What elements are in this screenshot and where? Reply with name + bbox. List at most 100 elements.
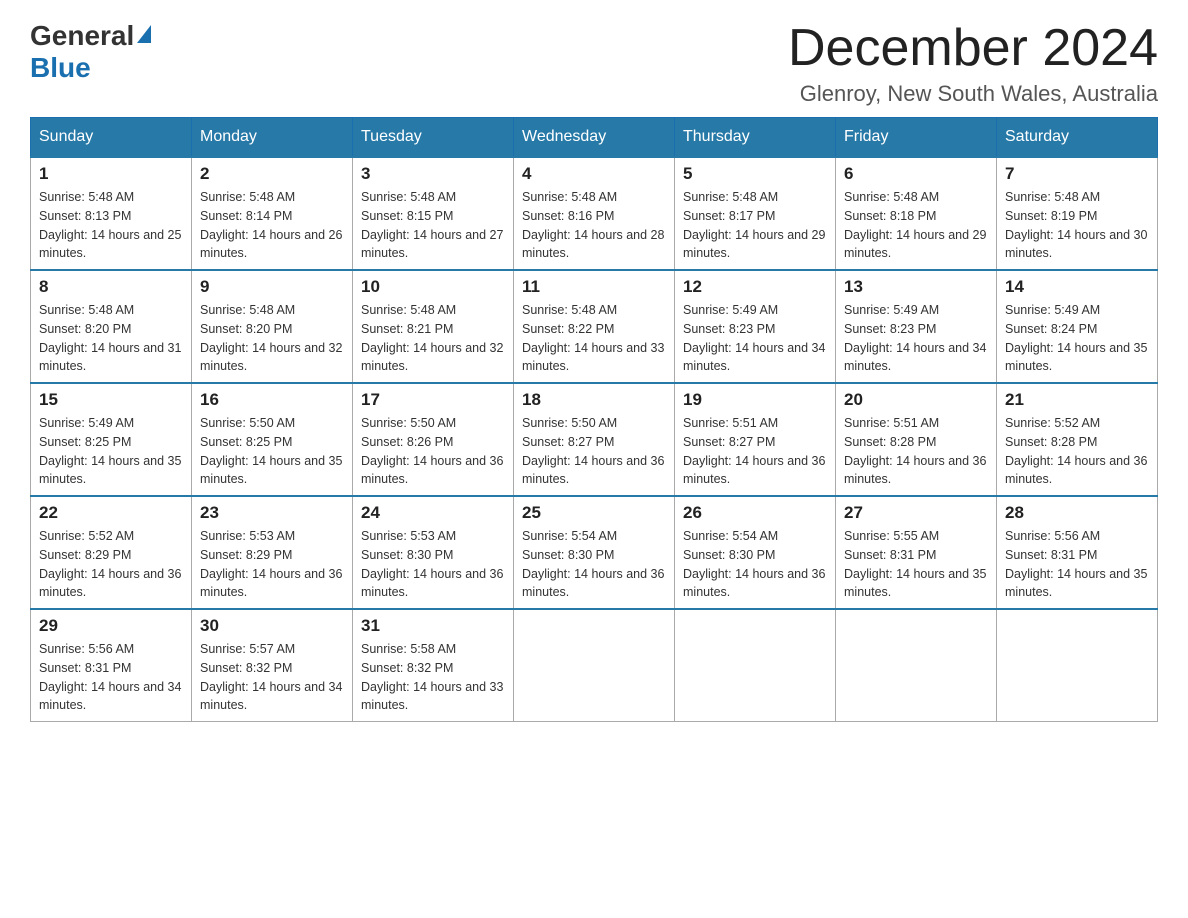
day-info: Sunrise: 5:49 AM Sunset: 8:25 PM Dayligh… — [39, 414, 183, 489]
daylight-label: Daylight: 14 hours and 34 minutes. — [200, 680, 342, 713]
calendar-cell: 16 Sunrise: 5:50 AM Sunset: 8:25 PM Dayl… — [192, 383, 353, 496]
calendar-cell: 7 Sunrise: 5:48 AM Sunset: 8:19 PM Dayli… — [997, 157, 1158, 270]
logo[interactable]: General Blue — [30, 20, 151, 84]
calendar-cell: 31 Sunrise: 5:58 AM Sunset: 8:32 PM Dayl… — [353, 609, 514, 722]
day-number: 3 — [361, 164, 505, 184]
day-info: Sunrise: 5:56 AM Sunset: 8:31 PM Dayligh… — [39, 640, 183, 715]
calendar-cell: 10 Sunrise: 5:48 AM Sunset: 8:21 PM Dayl… — [353, 270, 514, 383]
calendar-cell: 6 Sunrise: 5:48 AM Sunset: 8:18 PM Dayli… — [836, 157, 997, 270]
day-number: 5 — [683, 164, 827, 184]
day-number: 13 — [844, 277, 988, 297]
sunset-label: Sunset: 8:30 PM — [683, 548, 775, 562]
sunrise-label: Sunrise: 5:49 AM — [39, 416, 134, 430]
calendar-cell: 20 Sunrise: 5:51 AM Sunset: 8:28 PM Dayl… — [836, 383, 997, 496]
sunset-label: Sunset: 8:29 PM — [39, 548, 131, 562]
calendar-cell: 12 Sunrise: 5:49 AM Sunset: 8:23 PM Dayl… — [675, 270, 836, 383]
day-number: 29 — [39, 616, 183, 636]
sunrise-label: Sunrise: 5:48 AM — [522, 190, 617, 204]
day-number: 17 — [361, 390, 505, 410]
daylight-label: Daylight: 14 hours and 27 minutes. — [361, 228, 503, 261]
daylight-label: Daylight: 14 hours and 29 minutes. — [844, 228, 986, 261]
day-number: 6 — [844, 164, 988, 184]
day-info: Sunrise: 5:52 AM Sunset: 8:29 PM Dayligh… — [39, 527, 183, 602]
calendar-cell: 27 Sunrise: 5:55 AM Sunset: 8:31 PM Dayl… — [836, 496, 997, 609]
weekday-header-monday: Monday — [192, 118, 353, 158]
calendar-cell: 13 Sunrise: 5:49 AM Sunset: 8:23 PM Dayl… — [836, 270, 997, 383]
calendar-cell: 9 Sunrise: 5:48 AM Sunset: 8:20 PM Dayli… — [192, 270, 353, 383]
daylight-label: Daylight: 14 hours and 28 minutes. — [522, 228, 664, 261]
day-info: Sunrise: 5:56 AM Sunset: 8:31 PM Dayligh… — [1005, 527, 1149, 602]
calendar-cell — [675, 609, 836, 722]
sunrise-label: Sunrise: 5:54 AM — [522, 529, 617, 543]
sunset-label: Sunset: 8:28 PM — [1005, 435, 1097, 449]
day-info: Sunrise: 5:52 AM Sunset: 8:28 PM Dayligh… — [1005, 414, 1149, 489]
sunset-label: Sunset: 8:30 PM — [522, 548, 614, 562]
location-text: Glenroy, New South Wales, Australia — [788, 81, 1158, 107]
sunrise-label: Sunrise: 5:53 AM — [361, 529, 456, 543]
day-info: Sunrise: 5:48 AM Sunset: 8:20 PM Dayligh… — [200, 301, 344, 376]
day-number: 21 — [1005, 390, 1149, 410]
day-number: 9 — [200, 277, 344, 297]
day-info: Sunrise: 5:48 AM Sunset: 8:14 PM Dayligh… — [200, 188, 344, 263]
sunset-label: Sunset: 8:23 PM — [683, 322, 775, 336]
sunrise-label: Sunrise: 5:48 AM — [200, 190, 295, 204]
day-info: Sunrise: 5:49 AM Sunset: 8:24 PM Dayligh… — [1005, 301, 1149, 376]
day-number: 8 — [39, 277, 183, 297]
sunset-label: Sunset: 8:19 PM — [1005, 209, 1097, 223]
day-number: 18 — [522, 390, 666, 410]
sunrise-label: Sunrise: 5:58 AM — [361, 642, 456, 656]
sunset-label: Sunset: 8:32 PM — [361, 661, 453, 675]
day-number: 2 — [200, 164, 344, 184]
day-info: Sunrise: 5:48 AM Sunset: 8:16 PM Dayligh… — [522, 188, 666, 263]
sunrise-label: Sunrise: 5:49 AM — [683, 303, 778, 317]
sunrise-label: Sunrise: 5:48 AM — [39, 303, 134, 317]
daylight-label: Daylight: 14 hours and 31 minutes. — [39, 341, 181, 374]
day-info: Sunrise: 5:48 AM Sunset: 8:22 PM Dayligh… — [522, 301, 666, 376]
weekday-header-saturday: Saturday — [997, 118, 1158, 158]
day-number: 22 — [39, 503, 183, 523]
sunset-label: Sunset: 8:27 PM — [683, 435, 775, 449]
day-number: 28 — [1005, 503, 1149, 523]
daylight-label: Daylight: 14 hours and 36 minutes. — [683, 567, 825, 600]
sunrise-label: Sunrise: 5:48 AM — [361, 190, 456, 204]
calendar-week-row: 1 Sunrise: 5:48 AM Sunset: 8:13 PM Dayli… — [31, 157, 1158, 270]
sunset-label: Sunset: 8:15 PM — [361, 209, 453, 223]
sunrise-label: Sunrise: 5:48 AM — [683, 190, 778, 204]
calendar-cell: 8 Sunrise: 5:48 AM Sunset: 8:20 PM Dayli… — [31, 270, 192, 383]
calendar-cell: 30 Sunrise: 5:57 AM Sunset: 8:32 PM Dayl… — [192, 609, 353, 722]
calendar-cell: 19 Sunrise: 5:51 AM Sunset: 8:27 PM Dayl… — [675, 383, 836, 496]
daylight-label: Daylight: 14 hours and 32 minutes. — [361, 341, 503, 374]
logo-blue-text: Blue — [30, 52, 91, 83]
sunrise-label: Sunrise: 5:56 AM — [39, 642, 134, 656]
sunrise-label: Sunrise: 5:52 AM — [39, 529, 134, 543]
daylight-label: Daylight: 14 hours and 36 minutes. — [200, 567, 342, 600]
sunrise-label: Sunrise: 5:51 AM — [683, 416, 778, 430]
sunset-label: Sunset: 8:31 PM — [39, 661, 131, 675]
day-number: 14 — [1005, 277, 1149, 297]
logo-triangle-icon — [137, 25, 151, 43]
day-number: 23 — [200, 503, 344, 523]
day-info: Sunrise: 5:48 AM Sunset: 8:20 PM Dayligh… — [39, 301, 183, 376]
calendar-cell: 15 Sunrise: 5:49 AM Sunset: 8:25 PM Dayl… — [31, 383, 192, 496]
calendar-cell — [836, 609, 997, 722]
sunset-label: Sunset: 8:26 PM — [361, 435, 453, 449]
weekday-header-tuesday: Tuesday — [353, 118, 514, 158]
day-info: Sunrise: 5:48 AM Sunset: 8:13 PM Dayligh… — [39, 188, 183, 263]
daylight-label: Daylight: 14 hours and 36 minutes. — [39, 567, 181, 600]
sunrise-label: Sunrise: 5:48 AM — [522, 303, 617, 317]
daylight-label: Daylight: 14 hours and 36 minutes. — [522, 567, 664, 600]
day-number: 20 — [844, 390, 988, 410]
sunrise-label: Sunrise: 5:48 AM — [1005, 190, 1100, 204]
day-number: 26 — [683, 503, 827, 523]
logo-general-text: General — [30, 20, 134, 52]
sunset-label: Sunset: 8:31 PM — [1005, 548, 1097, 562]
title-area: December 2024 Glenroy, New South Wales, … — [788, 20, 1158, 107]
day-info: Sunrise: 5:53 AM Sunset: 8:30 PM Dayligh… — [361, 527, 505, 602]
day-info: Sunrise: 5:50 AM Sunset: 8:27 PM Dayligh… — [522, 414, 666, 489]
weekday-header-friday: Friday — [836, 118, 997, 158]
sunset-label: Sunset: 8:31 PM — [844, 548, 936, 562]
daylight-label: Daylight: 14 hours and 36 minutes. — [522, 454, 664, 487]
day-info: Sunrise: 5:51 AM Sunset: 8:27 PM Dayligh… — [683, 414, 827, 489]
day-info: Sunrise: 5:54 AM Sunset: 8:30 PM Dayligh… — [522, 527, 666, 602]
day-number: 15 — [39, 390, 183, 410]
